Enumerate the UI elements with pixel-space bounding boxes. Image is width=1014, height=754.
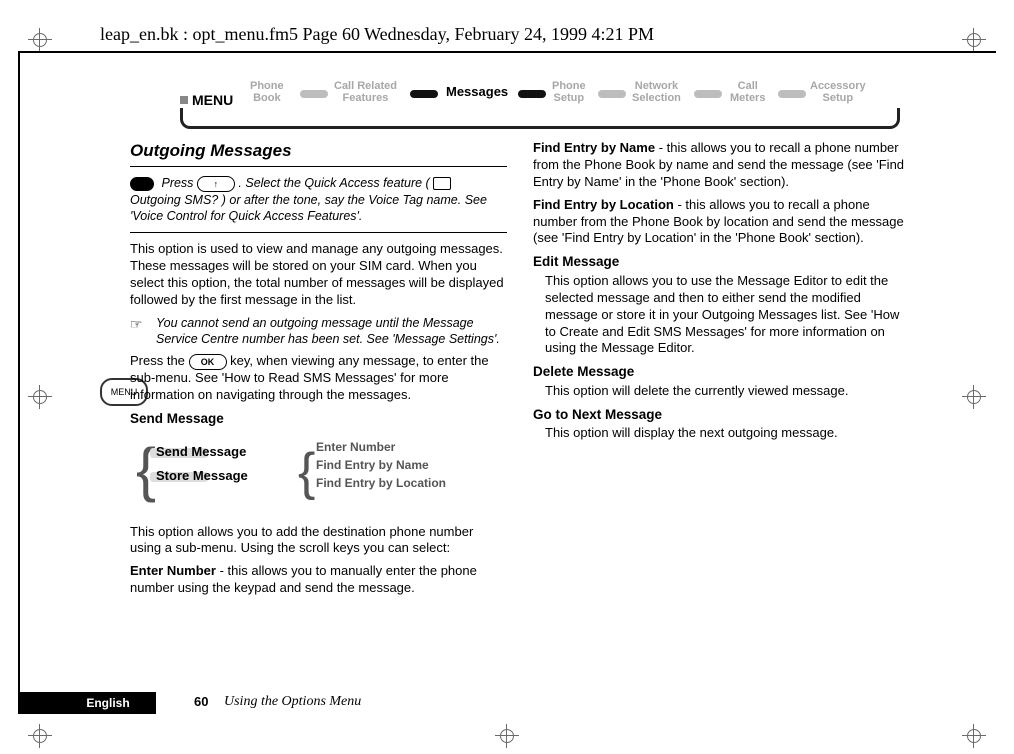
quick-access-note: Press ↑ . Select the Quick Access featur… [130, 173, 507, 233]
page-header-line: leap_en.bk : opt_menu.fm5 Page 60 Wednes… [100, 24, 654, 45]
find-name-line: Find Entry by Name - this allows you to … [533, 140, 910, 191]
menubar-item-messages: Messages [446, 86, 508, 98]
page-frame-left [18, 51, 20, 706]
delete-message-heading: Delete Message [533, 363, 910, 381]
crop-mark [28, 385, 52, 409]
menubar-item-network: Network Selection [632, 80, 681, 104]
right-column: Find Entry by Name - this allows you to … [533, 140, 910, 660]
find-loc-label: Find Entry by Location [533, 197, 674, 212]
footer-page-number: 60 [194, 694, 208, 709]
crop-mark [28, 724, 52, 748]
footer-edge-tab [18, 692, 60, 714]
qa-feature-name: Outgoing SMS? [130, 193, 218, 207]
intro-paragraph: This option is used to view and manage a… [130, 241, 507, 309]
ok-key-icon: OK [189, 354, 227, 370]
menubar-connector-icon [518, 90, 546, 98]
menubar-item-phone-book: Phone Book [250, 80, 284, 104]
send-desc: This option allows you to add the destin… [130, 524, 507, 558]
menubar-connector-icon [410, 90, 438, 98]
warning-text: You cannot send an outgoing message unti… [156, 315, 507, 348]
edit-message-text: This option allows you to use the Messag… [545, 273, 910, 357]
menubar-connector-icon [598, 90, 626, 98]
section-rule [130, 166, 507, 167]
crop-mark [962, 724, 986, 748]
menu-dot-icon [180, 96, 188, 104]
menubar-item-call-meters: Call Meters [730, 80, 765, 104]
menubar-item-accessory: Accessory Setup [810, 80, 866, 104]
menubar-connector-icon [694, 90, 722, 98]
diagram-send-label: Send Message [156, 444, 246, 461]
press-a: Press the [130, 353, 189, 368]
menu-breadcrumb: MENU Phone Book Call Related Features Me… [180, 78, 900, 126]
send-message-diagram: { Send Message Store Message { Enter Num… [136, 434, 466, 516]
section-title-outgoing: Outgoing Messages [130, 140, 507, 162]
find-loc-line: Find Entry by Location - this allows you… [533, 197, 910, 248]
crop-mark [495, 724, 519, 748]
diagram-findloc-label: Find Entry by Location [316, 476, 446, 492]
menu-label: MENU [192, 92, 233, 108]
brace-icon: { [298, 442, 310, 502]
brace-icon: { [136, 440, 148, 500]
page-footer: English 60 Using the Options Menu [0, 692, 1014, 718]
crop-mark [28, 28, 52, 52]
menubar-bracket [180, 108, 900, 129]
pointing-hand-icon: ☞ [130, 315, 150, 329]
next-message-heading: Go to Next Message [533, 406, 910, 424]
send-message-heading: Send Message [130, 410, 507, 428]
footer-chapter-title: Using the Options Menu [224, 694, 361, 710]
diagram-store-label: Store Message [156, 468, 248, 485]
press-ok-paragraph: Press the OK key, when viewing any messa… [130, 353, 507, 404]
enter-number-label: Enter Number [130, 563, 216, 578]
crop-mark [962, 28, 986, 52]
menubar-connector-icon [300, 90, 328, 98]
sms-icon [433, 177, 451, 190]
up-key-icon: ↑ [197, 176, 235, 192]
quick-access-icon [130, 177, 154, 191]
menubar-connector-icon [778, 90, 806, 98]
footer-language-tab: English [60, 692, 156, 714]
diagram-enter-label: Enter Number [316, 440, 395, 456]
edit-message-heading: Edit Message [533, 253, 910, 271]
delete-message-text: This option will delete the currently vi… [545, 383, 910, 400]
enter-number-line: Enter Number - this allows you to manual… [130, 563, 507, 597]
menubar-item-call-related: Call Related Features [334, 80, 397, 104]
crop-mark [962, 385, 986, 409]
qa-text-b: . Select the Quick Access feature ( [238, 176, 429, 190]
qa-text-a: Press [161, 176, 196, 190]
menubar-item-phone-setup: Phone Setup [552, 80, 586, 104]
next-message-text: This option will display the next outgoi… [545, 425, 910, 442]
diagram-findname-label: Find Entry by Name [316, 458, 429, 474]
page-frame-top [18, 51, 996, 53]
left-column: Outgoing Messages Press ↑ . Select the Q… [130, 140, 507, 660]
find-name-label: Find Entry by Name [533, 140, 655, 155]
warning-note: ☞ You cannot send an outgoing message un… [130, 315, 507, 348]
